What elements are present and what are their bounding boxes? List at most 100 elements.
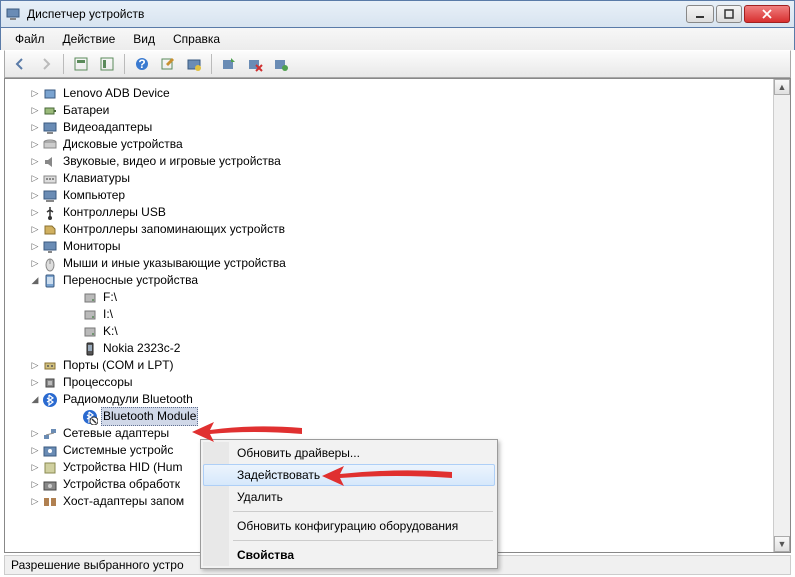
tree-item[interactable]: ▷Контроллеры USB	[11, 204, 772, 221]
expand-toggle[interactable]: ▷	[29, 207, 41, 219]
expand-toggle[interactable]	[69, 343, 81, 355]
expand-toggle[interactable]: ▷	[29, 139, 41, 151]
tree-item[interactable]: ▷ Клавиатуры	[11, 170, 772, 187]
menu-view[interactable]: Вид	[125, 30, 163, 48]
expand-toggle[interactable]	[69, 309, 81, 321]
tree-item-bluetooth[interactable]: ◢ Радиомодули Bluetooth	[11, 391, 772, 408]
window-title: Диспетчер устройств	[27, 7, 686, 21]
tree-item[interactable]: ▷ Звуковые, видео и игровые устройства	[11, 153, 772, 170]
port-icon	[42, 358, 58, 374]
expand-toggle[interactable]: ▷	[29, 224, 41, 236]
storage-icon	[42, 222, 58, 238]
app-icon	[5, 6, 21, 22]
expand-toggle[interactable]: ▷	[29, 428, 41, 440]
battery-icon	[42, 103, 58, 119]
tree-item[interactable]: ▷ Lenovo ADB Device	[11, 85, 772, 102]
tree-item-label: Устройства HID (Hum	[61, 459, 184, 476]
expand-toggle[interactable]: ◢	[29, 394, 41, 406]
tree-item-label: Радиомодули Bluetooth	[61, 391, 195, 408]
expand-toggle[interactable]: ▷	[29, 105, 41, 117]
tree-item[interactable]: ▷Видеоадаптеры	[11, 119, 772, 136]
imaging-icon	[42, 477, 58, 493]
minimize-button[interactable]	[686, 5, 714, 23]
tree-item-label: Lenovo ADB Device	[61, 85, 172, 102]
tree-item[interactable]: K:\	[11, 323, 772, 340]
ctx-properties[interactable]: Свойства	[203, 544, 495, 566]
tree-item[interactable]: Nokia 2323c-2	[11, 340, 772, 357]
ctx-separator	[233, 540, 493, 541]
scroll-down-button[interactable]: ▼	[774, 536, 790, 552]
expand-toggle[interactable]: ▷	[29, 445, 41, 457]
tree-item-label: Устройства обработк	[61, 476, 182, 493]
tree-item[interactable]: ▷ Мыши и иные указывающие устройства	[11, 255, 772, 272]
tree-item[interactable]: I:\	[11, 306, 772, 323]
usb-icon	[42, 205, 58, 221]
disk-icon	[42, 137, 58, 153]
expand-toggle[interactable]	[69, 411, 81, 423]
toolbar-icon-6[interactable]	[218, 53, 240, 75]
menu-action[interactable]: Действие	[55, 30, 124, 48]
ctx-refresh-config[interactable]: Обновить конфигурацию оборудования	[203, 515, 495, 537]
tree-item-label: Хост-адаптеры запом	[61, 493, 186, 510]
keyboard-icon	[42, 171, 58, 187]
tree-item-portable[interactable]: ◢ Переносные устройства	[11, 272, 772, 289]
tree-item-bluetooth-module[interactable]: Bluetooth Module	[11, 408, 772, 425]
tree-item[interactable]: ▷ Мониторы	[11, 238, 772, 255]
tree-item-label: Мониторы	[61, 238, 122, 255]
scroll-up-button[interactable]: ▲	[774, 79, 790, 95]
toolbar-icon-5[interactable]	[183, 53, 205, 75]
expand-toggle[interactable]	[69, 292, 81, 304]
toolbar-icon-8[interactable]	[270, 53, 292, 75]
expand-toggle[interactable]: ▷	[29, 190, 41, 202]
system-icon	[42, 443, 58, 459]
toolbar-icon-7[interactable]	[244, 53, 266, 75]
expand-toggle[interactable]: ▷	[29, 496, 41, 508]
network-icon	[42, 426, 58, 442]
tree-item[interactable]: ▷Порты (COM и LPT)	[11, 357, 772, 374]
tree-item[interactable]: ▷Контроллеры запоминающих устройств	[11, 221, 772, 238]
close-button[interactable]	[744, 5, 790, 23]
tree-item[interactable]: ▷Дисковые устройства	[11, 136, 772, 153]
expand-toggle[interactable]: ▷	[29, 360, 41, 372]
expand-toggle[interactable]: ▷	[29, 173, 41, 185]
tree-item-label: Компьютер	[61, 187, 127, 204]
menu-file[interactable]: Файл	[7, 30, 53, 48]
back-button[interactable]	[9, 53, 31, 75]
toolbar-icon-2[interactable]	[96, 53, 118, 75]
menu-help[interactable]: Справка	[165, 30, 228, 48]
expand-toggle[interactable]: ▷	[29, 258, 41, 270]
expand-toggle[interactable]: ▷	[29, 88, 41, 100]
tree-item-label: Клавиатуры	[61, 170, 132, 187]
tree-item[interactable]: ▷Батареи	[11, 102, 772, 119]
expand-toggle[interactable]: ▷	[29, 241, 41, 253]
tree-item-label: Bluetooth Module	[101, 407, 198, 426]
expand-toggle[interactable]: ▷	[29, 462, 41, 474]
toolbar-icon-1[interactable]	[70, 53, 92, 75]
expand-toggle[interactable]: ◢	[29, 275, 41, 287]
svg-text:?: ?	[138, 57, 145, 71]
expand-toggle[interactable]: ▷	[29, 377, 41, 389]
toolbar-icon-4[interactable]	[157, 53, 179, 75]
expand-toggle[interactable]	[69, 326, 81, 338]
title-bar: Диспетчер устройств	[0, 0, 795, 28]
expand-toggle[interactable]: ▷	[29, 479, 41, 491]
expand-toggle[interactable]: ▷	[29, 156, 41, 168]
display-adapter-icon	[42, 120, 58, 136]
annotation-arrow-icon	[322, 465, 452, 490]
tree-item-label: Nokia 2323c-2	[101, 340, 182, 357]
status-text: Разрешение выбранного устро	[11, 558, 184, 572]
cpu-icon	[42, 375, 58, 391]
tree-item-label: Переносные устройства	[61, 272, 200, 289]
tree-item-label: Звуковые, видео и игровые устройства	[61, 153, 283, 170]
tree-item-label: K:\	[101, 323, 120, 340]
vertical-scrollbar[interactable]: ▲ ▼	[773, 79, 790, 552]
expand-toggle[interactable]: ▷	[29, 122, 41, 134]
tree-item[interactable]: ▷Процессоры	[11, 374, 772, 391]
tree-item[interactable]: ▷ Компьютер	[11, 187, 772, 204]
tree-item[interactable]: F:\	[11, 289, 772, 306]
help-icon[interactable]: ?	[131, 53, 153, 75]
tree-item-label: Мыши и иные указывающие устройства	[61, 255, 288, 272]
forward-button[interactable]	[35, 53, 57, 75]
hid-icon	[42, 460, 58, 476]
maximize-button[interactable]	[716, 5, 742, 23]
